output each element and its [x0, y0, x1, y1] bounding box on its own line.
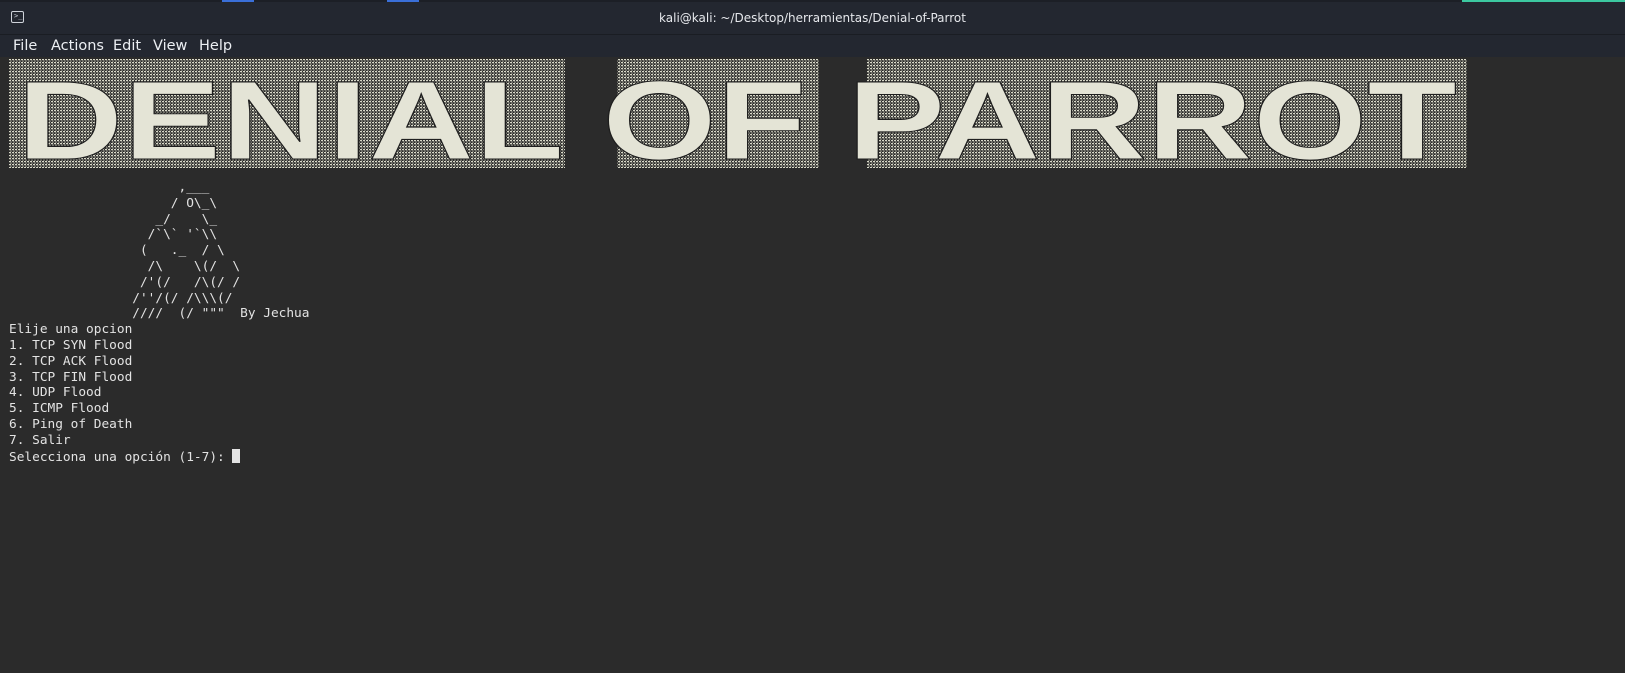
menu-option: 7. Salir	[9, 432, 71, 448]
ascii-art-line: ,___	[9, 180, 210, 195]
title-bar[interactable]: >_ kali@kali: ~/Desktop/herramientas/Den…	[0, 2, 1625, 35]
ascii-art-line: / O\_\	[9, 195, 218, 211]
window-title: kali@kali: ~/Desktop/herramientas/Denial…	[659, 11, 966, 25]
menu-title: Elije una opcion	[9, 322, 133, 338]
banner-text: DENIAL OF PARROT	[17, 59, 1457, 177]
text-cursor[interactable]	[232, 448, 241, 463]
terminal-window: >_ kali@kali: ~/Desktop/herramientas/Den…	[0, 0, 1625, 673]
menu-option: 1. TCP SYN Flood	[9, 337, 133, 353]
prompt-line[interactable]: Selecciona una opción (1-7):	[9, 448, 1625, 465]
menu-option: 3. TCP FIN Flood	[9, 369, 133, 385]
terminal-output[interactable]: ,___ / O\_\ _/ \_ /`\` '`\\ ( ._ / \ /\ …	[9, 180, 1625, 465]
menu-option: 4. UDP Flood	[9, 385, 102, 401]
menu-edit[interactable]: Edit	[113, 35, 141, 57]
menu-view[interactable]: View	[153, 35, 187, 57]
banner-graphic: DENIAL OF PARROT	[9, 59, 1467, 177]
ascii-art-line: /''/(/ /\\\(/	[9, 290, 233, 306]
menu-option: 5. ICMP Flood	[9, 401, 110, 417]
ascii-art-line: /\ \(/ \	[9, 258, 241, 274]
ascii-art-line: //// (/ """ By Jechua	[9, 306, 310, 322]
menu-help[interactable]: Help	[199, 35, 232, 57]
ascii-art-line: /`\` '`\\	[9, 227, 218, 243]
prompt-text: Selecciona una opción (1-7):	[9, 449, 233, 465]
menu-bar: File Actions Edit View Help	[0, 35, 1625, 57]
ascii-art-line: _/ \_	[9, 211, 218, 227]
menu-option: 2. TCP ACK Flood	[9, 353, 133, 369]
ascii-art-line: ( ._ / \	[9, 243, 225, 259]
menu-actions[interactable]: Actions	[51, 35, 104, 57]
ascii-art-line: /'(/ /\(/ /	[9, 274, 241, 290]
menu-file[interactable]: File	[13, 35, 37, 57]
menu-option: 6. Ping of Death	[9, 416, 133, 432]
ascii-banner: DENIAL OF PARROT	[0, 59, 1625, 177]
